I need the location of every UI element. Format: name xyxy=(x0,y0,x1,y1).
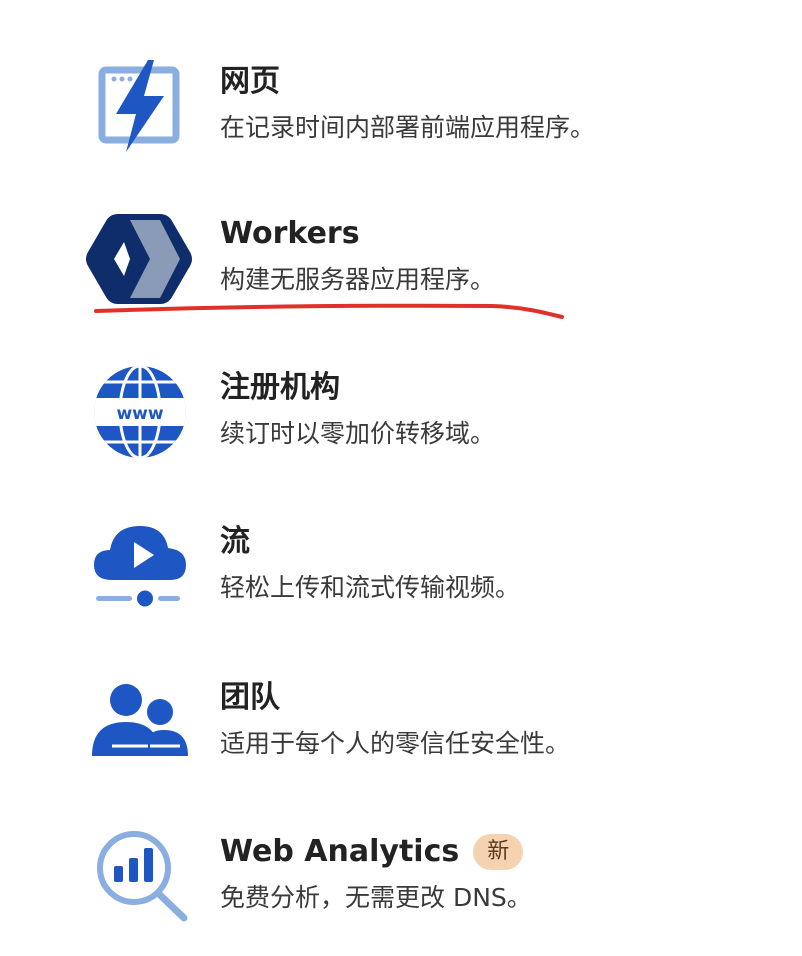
cloud-play-icon xyxy=(84,520,194,630)
annotation-underline xyxy=(94,303,564,319)
lightning-page-icon xyxy=(84,60,194,170)
product-item-pages[interactable]: 网页 在记录时间内部署前端应用程序。 xyxy=(84,60,724,180)
product-description: 适用于每个人的零信任安全性。 xyxy=(220,729,571,758)
product-item-web-analytics[interactable]: Web Analytics 新 免费分析，无需更改 DNS。 xyxy=(84,830,724,950)
product-title: Workers xyxy=(220,216,360,251)
product-item-registrar[interactable]: www 注册机构 续订时以零加价转移域。 xyxy=(84,366,724,486)
team-people-icon xyxy=(84,676,194,786)
product-title: Web Analytics 新 xyxy=(220,834,524,870)
product-description: 在记录时间内部署前端应用程序。 xyxy=(220,113,596,142)
product-description: 续订时以零加价转移域。 xyxy=(220,419,496,448)
product-description: 免费分析，无需更改 DNS。 xyxy=(220,883,532,912)
product-description: 构建无服务器应用程序。 xyxy=(220,265,496,294)
svg-text:www: www xyxy=(116,404,163,424)
product-item-teams[interactable]: 团队 适用于每个人的零信任安全性。 xyxy=(84,676,724,796)
globe-www-icon: www xyxy=(84,366,194,476)
product-title: 团队 xyxy=(220,680,280,715)
analytics-magnifier-icon xyxy=(84,830,194,940)
product-item-stream[interactable]: 流 轻松上传和流式传输视频。 xyxy=(84,520,724,640)
product-title: 流 xyxy=(220,524,250,559)
new-badge: 新 xyxy=(473,834,524,870)
product-title: 网页 xyxy=(220,64,280,99)
product-title-text: Web Analytics xyxy=(220,834,460,869)
product-description: 轻松上传和流式传输视频。 xyxy=(220,573,521,602)
product-title: 注册机构 xyxy=(220,370,340,405)
